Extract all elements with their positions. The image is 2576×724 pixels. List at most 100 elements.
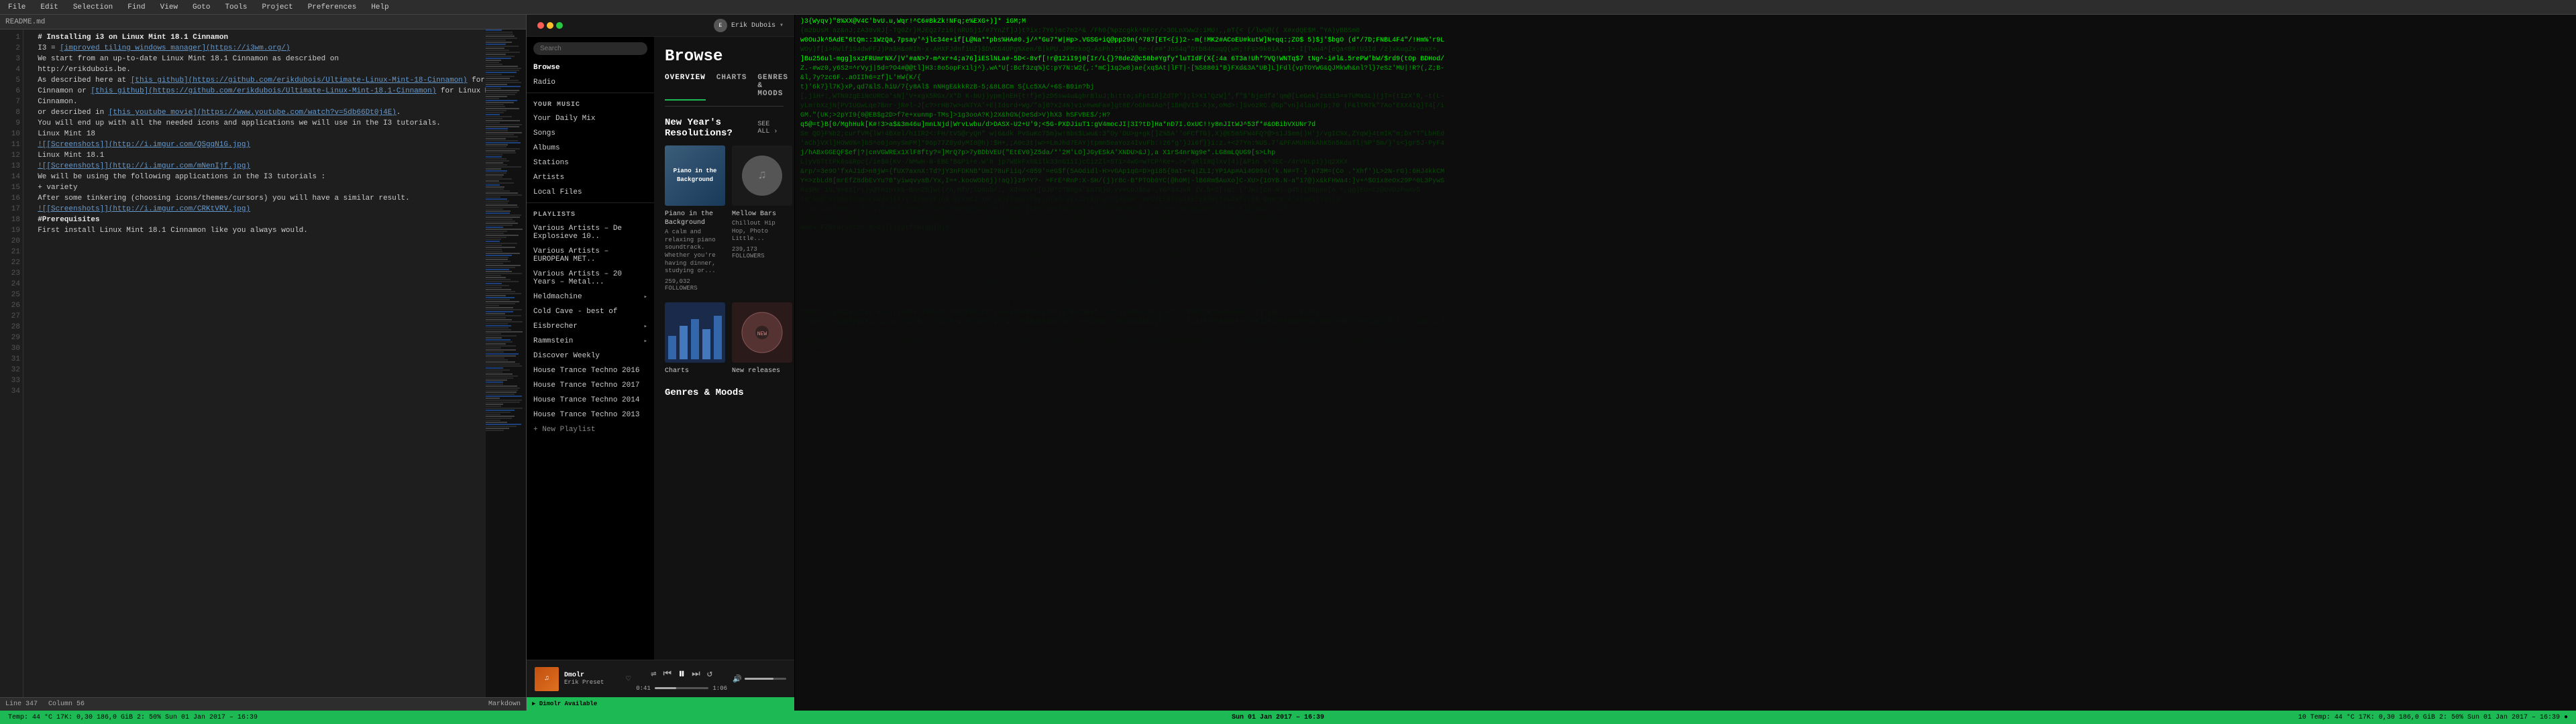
terminal-content[interactable]: )3{Wyqv)"8%XX@V4C'bvU.u,Wqr!^C6#BkZk!NFq… xyxy=(795,15,2576,711)
search-area xyxy=(527,37,654,60)
editor-content: 12345 678910 1112131415 1617181920 21222… xyxy=(0,29,526,697)
section-header-newyear: New Year's Resolutions? SEE ALL › xyxy=(665,117,784,139)
playlist-card-mellow[interactable]: ♫ Mellow Bars Chillout Hip Hop, Photo Li… xyxy=(732,145,792,292)
search-input[interactable] xyxy=(533,42,647,55)
play-button[interactable]: ⏸ xyxy=(678,666,685,682)
chevron-right-icon: ▸ xyxy=(644,294,647,300)
status-temp: Temp: 44 °C 17K: 0,30 186,0 GiB 2: 50% S… xyxy=(8,714,258,721)
prev-button[interactable]: ⏮ xyxy=(663,669,672,680)
menu-help[interactable]: Help xyxy=(368,2,391,13)
player-time-current: 0:41 xyxy=(636,685,651,692)
spotify-app: E Erik Dubois ▾ Browse Radio YOUR MUSIC xyxy=(527,15,795,711)
menu-edit[interactable]: Edit xyxy=(38,2,60,13)
shuffle-button[interactable]: ⇌ xyxy=(651,668,656,680)
menu-view[interactable]: View xyxy=(158,2,180,13)
volume-fill xyxy=(745,678,774,680)
sidebar-playlist-rammstein[interactable]: Rammstein ▸ xyxy=(527,334,654,349)
menu-preferences[interactable]: Preferences xyxy=(305,2,360,13)
spotify-main: Browse OVERVIEW CHARTS GENRES & MOODS NE… xyxy=(654,37,794,660)
playlist-card-piano[interactable]: Piano in theBackground Piano in the Back… xyxy=(665,145,725,292)
player-album-art: ♫ xyxy=(535,667,559,691)
tab-charts[interactable]: CHARTS xyxy=(716,74,747,101)
see-all-button[interactable]: SEE ALL › xyxy=(757,121,784,135)
maximize-button[interactable] xyxy=(556,22,563,29)
volume-icon: 🔊 xyxy=(733,674,742,684)
playlist-name-mellow: Mellow Bars xyxy=(732,210,792,219)
sidebar-item-songs[interactable]: Songs xyxy=(527,126,654,141)
player-track: Dmolr xyxy=(564,672,618,679)
spotify-body: Browse Radio YOUR MUSIC Your Daily Mix S… xyxy=(527,37,794,660)
sidebar-playlist-house2013[interactable]: House Trance Techno 2013 xyxy=(527,408,654,422)
sidebar-item-artists[interactable]: Artists xyxy=(527,170,654,185)
avatar[interactable]: E xyxy=(714,19,727,32)
mellow-thumb-icon: ♫ xyxy=(742,156,782,196)
tab-genres[interactable]: GENRES & MOODS xyxy=(757,74,788,101)
sidebar-item-browse[interactable]: Browse xyxy=(527,60,654,75)
editor-line-status: Line 347 xyxy=(5,701,38,708)
menu-selection[interactable]: Selection xyxy=(70,2,115,13)
terminal: )3{Wyqv)"8%XX@V4C'bvU.u,Wqr!^C6#BkZk!NFq… xyxy=(795,15,2576,711)
player-controls: ⇌ ⏮ ⏸ ⏭ ↺ 0:41 1:06 xyxy=(636,666,727,692)
repeat-button[interactable]: ↺ xyxy=(707,668,712,680)
sidebar-item-local-files[interactable]: Local Files xyxy=(527,185,654,200)
tab-overview[interactable]: OVERVIEW xyxy=(665,74,706,101)
sidebar-playlist-2[interactable]: Various Artists – 20 Years – Metal... xyxy=(527,267,654,290)
piano-thumb-text: Piano in theBackground xyxy=(671,164,720,186)
heart-icon[interactable]: ♡ xyxy=(626,674,631,684)
playlist-desc-piano: A calm and relaxing piano soundtrack. Wh… xyxy=(665,229,725,276)
volume-bar[interactable] xyxy=(745,678,786,680)
menu-tools[interactable]: Tools xyxy=(222,2,250,13)
main-area: README.md 12345 678910 1112131415 161718… xyxy=(0,15,2576,711)
sidebar-playlist-0[interactable]: Various Artists – De Explosieve 10.. xyxy=(527,221,654,244)
new-playlist-button[interactable]: + New Playlist xyxy=(527,422,654,437)
progress-bar[interactable] xyxy=(655,687,709,689)
sidebar-item-stations[interactable]: Stations xyxy=(527,156,654,170)
menu-goto[interactable]: Goto xyxy=(190,2,213,13)
menu-file[interactable]: File xyxy=(5,2,28,13)
sidebar-playlist-eisbrecher[interactable]: Eisbrecher ▸ xyxy=(527,319,654,334)
playlist-followers-mellow: 239,173 FOLLOWERS xyxy=(732,246,792,259)
menu-project[interactable]: Project xyxy=(259,2,295,13)
status-right-info: 10 Temp: 44 °C 17K: 0,30 186,0 GiB 2: 50… xyxy=(2298,714,2568,721)
playlist-followers-piano: 259,032 FOLLOWERS xyxy=(665,278,725,292)
chevron-down-icon: ▾ xyxy=(780,21,784,29)
editor-titlebar: README.md xyxy=(0,15,526,29)
chevron-right-icon-3: ▸ xyxy=(644,338,647,345)
sidebar-playlist-house2016[interactable]: House Trance Techno 2016 xyxy=(527,363,654,378)
sidebar-playlist-1[interactable]: Various Artists – EUROPEAN MET.. xyxy=(527,244,654,267)
sidebar-item-albums[interactable]: Albums xyxy=(527,141,654,156)
sidebar-item-daily-mix[interactable]: Your Daily Mix xyxy=(527,111,654,126)
editor: README.md 12345 678910 1112131415 161718… xyxy=(0,15,527,711)
spotify-header: E Erik Dubois ▾ xyxy=(527,15,794,37)
radio-label: Radio xyxy=(533,78,555,86)
next-button[interactable]: ⏭ xyxy=(692,669,700,680)
menubar: File Edit Selection Find View Goto Tools… xyxy=(0,0,2576,15)
genres-title: Genres & Moods xyxy=(665,387,784,398)
spotify-player: ♫ Dmolr Erik Preset ♡ ⇌ ⏮ ⏸ ⏭ ↺ 0:41 xyxy=(527,660,794,697)
editor-syntax: Markdown xyxy=(488,701,521,708)
sidebar-playlist-discover[interactable]: Discover Weekly xyxy=(527,349,654,363)
editor-filename: README.md xyxy=(5,18,45,26)
playlists-section: PLAYLISTS xyxy=(527,206,654,221)
close-button[interactable] xyxy=(537,22,544,29)
sidebar-playlist-house2017[interactable]: House Trance Techno 2017 xyxy=(527,378,654,393)
player-buttons: ⇌ ⏮ ⏸ ⏭ ↺ xyxy=(651,666,712,682)
playlist-grid-newyear: Piano in theBackground Piano in the Back… xyxy=(665,145,784,292)
sidebar-item-radio[interactable]: Radio xyxy=(527,75,654,90)
sidebar-playlist-house2014[interactable]: House Trance Techno 2014 xyxy=(527,393,654,408)
spotify-playing-bar: ▶ Dimolr Available xyxy=(527,697,794,711)
menu-find[interactable]: Find xyxy=(125,2,148,13)
minimize-button[interactable] xyxy=(547,22,553,29)
line-numbers: 12345 678910 1112131415 1617181920 21222… xyxy=(0,29,23,697)
your-music-section: YOUR MUSIC xyxy=(527,96,654,111)
sidebar-playlist-coldcave[interactable]: Cold Cave - best of xyxy=(527,304,654,319)
playlist-card-charts[interactable]: Charts xyxy=(665,302,725,377)
section-title-newyear: New Year's Resolutions? xyxy=(665,117,757,139)
status-center: Sun 01 Jan 2017 – 16:39 xyxy=(1232,714,1324,721)
playlist-thumb-newreleases: NEW xyxy=(732,302,792,363)
svg-text:NEW: NEW xyxy=(757,331,767,337)
playlist-thumb-mellow: ♫ xyxy=(732,145,792,206)
editor-text[interactable]: # Installing i3 on Linux Mint 18.1 Cinna… xyxy=(23,29,486,697)
playlist-card-newreleases[interactable]: NEW New releases xyxy=(732,302,792,377)
sidebar-playlist-heldmachine[interactable]: Heldmachine ▸ xyxy=(527,290,654,304)
